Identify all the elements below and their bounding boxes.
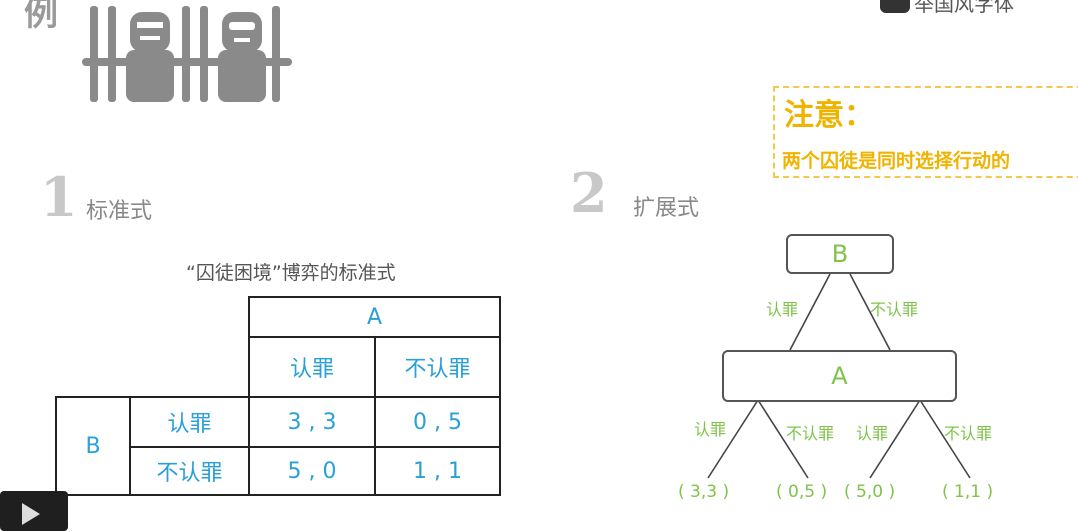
section-label-2: 扩展式 xyxy=(633,196,700,221)
game-tree: B A 认罪 不认罪 认罪 不认罪 认罪 不认罪 ( 3,3 ) ( 0,5 )… xyxy=(678,230,1030,510)
speech-icon xyxy=(880,0,910,13)
edge-label: 不认罪 xyxy=(870,300,919,319)
edge-label: 认罪 xyxy=(856,424,889,443)
note-text: 两个囚徒是同时选择行动的 xyxy=(782,150,1011,172)
row-player-label: B xyxy=(55,396,131,496)
edge-label: 不认罪 xyxy=(786,424,835,443)
payoff-cell: 5 , 0 xyxy=(248,446,376,496)
tree-payoff: ( 3,3 ) xyxy=(678,482,730,502)
col-strategy-cell: 认罪 xyxy=(248,336,376,398)
tree-payoff: ( 5,0 ) xyxy=(844,482,896,502)
prison-bars-icon xyxy=(82,6,292,102)
payoff-cell: 0 , 5 xyxy=(374,396,501,448)
edge-label: 认罪 xyxy=(766,300,799,319)
col-strategy-cell: 不认罪 xyxy=(374,336,501,398)
section-number-1: 1 xyxy=(40,165,78,229)
caption-fragment: 举国风字体 xyxy=(880,0,1014,17)
payoff-matrix: A 认罪 不认罪 B 认罪 不认罪 3 , 3 0 , 5 5 , 0 1 , … xyxy=(55,296,501,496)
note-title: 注意： xyxy=(784,98,874,133)
tree-payoff: ( 1,1 ) xyxy=(942,482,994,502)
edge-label: 认罪 xyxy=(694,420,727,439)
section-label-1: 标准式 xyxy=(86,199,153,224)
tree-payoff: ( 0,5 ) xyxy=(776,482,828,502)
payoff-cell: 1 , 1 xyxy=(374,446,501,496)
tree-node-root: B xyxy=(786,234,894,274)
title-fragment: 例 xyxy=(24,0,60,34)
row-strategy-cell: 认罪 xyxy=(129,396,250,448)
play-button[interactable] xyxy=(0,491,68,531)
edge-label: 不认罪 xyxy=(944,424,993,443)
col-player-label: A xyxy=(248,296,501,338)
row-strategy-cell: 不认罪 xyxy=(129,446,250,496)
tree-node-child: A xyxy=(722,350,957,402)
play-icon xyxy=(22,503,40,525)
payoff-cell: 3 , 3 xyxy=(248,396,376,448)
caption-fragment-text: 举国风字体 xyxy=(914,0,1014,16)
section-number-2: 2 xyxy=(570,161,608,225)
matrix-caption: “囚徒困境”博弈的标准式 xyxy=(186,262,396,284)
